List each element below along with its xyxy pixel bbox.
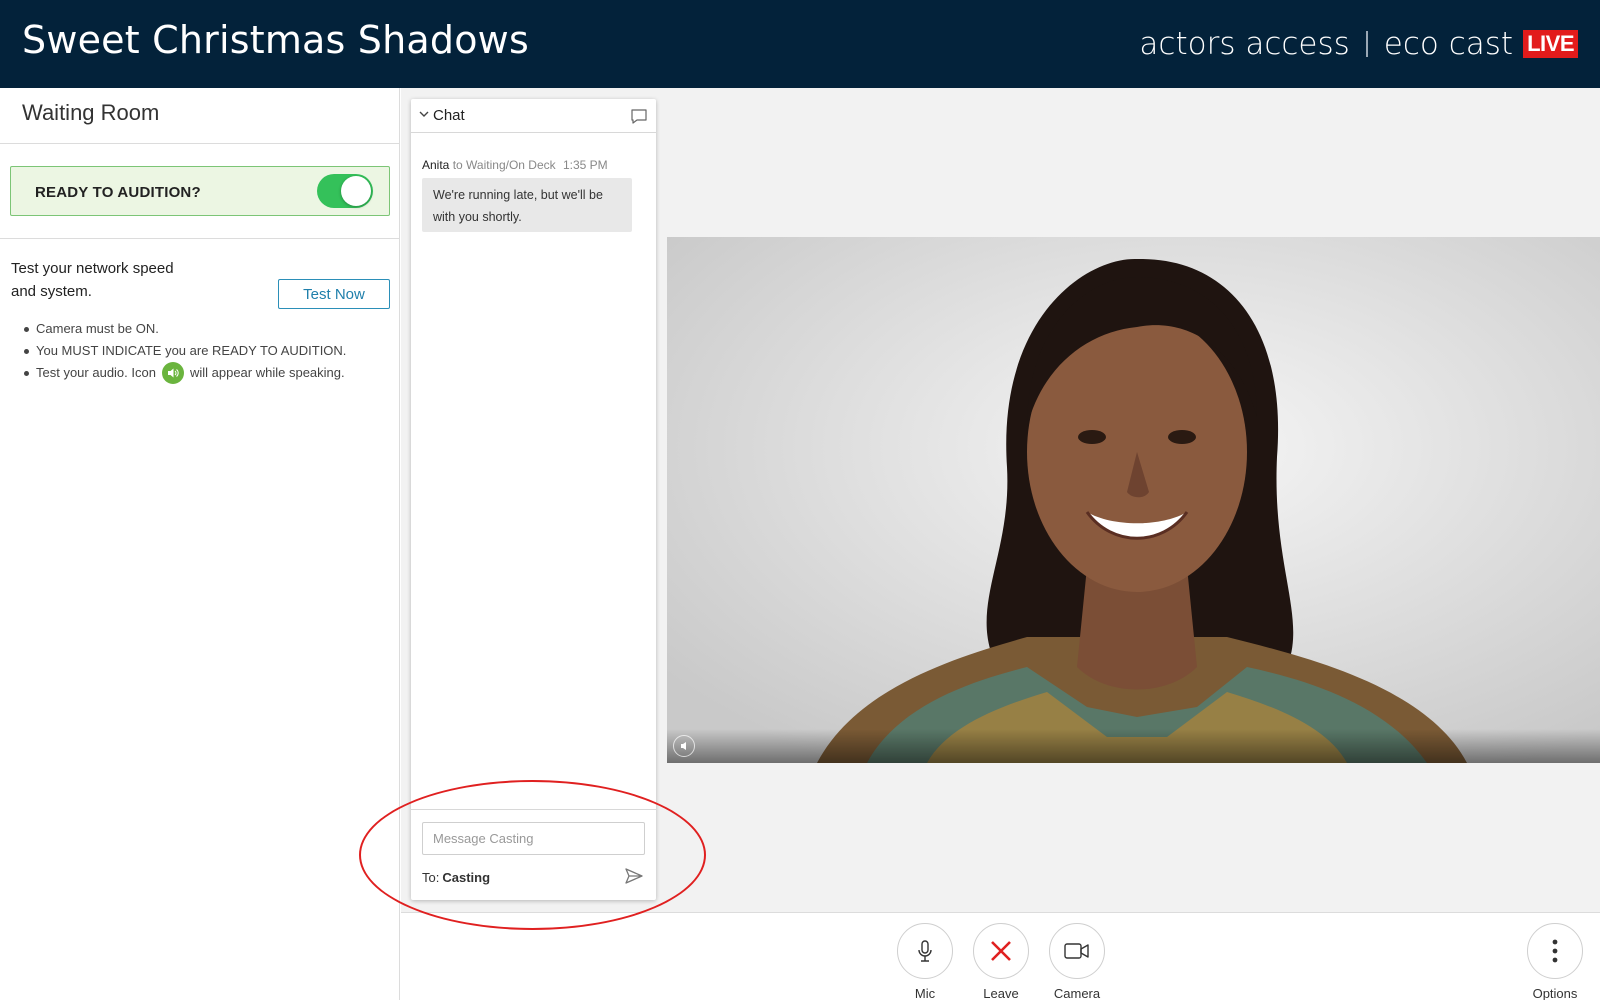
options-label: Options [1532,986,1578,1000]
participant-video-image [667,237,1600,763]
call-controls: Mic Leave Camera Options [401,912,1600,1000]
message-time: 1:35 PM [562,158,608,172]
camera-button[interactable] [1049,923,1105,979]
rule-text: Test your audio. Icon [36,365,156,380]
ready-to-audition-box: READY TO AUDITION? [10,166,390,216]
send-icon[interactable] [624,867,644,885]
list-item: Test your audio. Icon will appear while s… [22,361,346,384]
recipient-select[interactable]: Casting [442,870,490,885]
test-now-button[interactable]: Test Now [278,279,390,309]
speaker-icon [161,361,184,384]
list-item: You MUST INDICATE you are READY TO AUDIT… [22,340,346,362]
video-control-bar [667,729,1600,763]
volume-icon[interactable] [673,735,695,757]
more-vertical-icon [1552,939,1558,963]
app-header: Sweet Christmas Shadows actors access ec… [0,0,1600,88]
requirements-list: Camera must be ON. You MUST INDICATE you… [22,318,346,384]
brand-eco-cast: eco cast [1383,26,1514,62]
project-title: Sweet Christmas Shadows [22,18,529,62]
mic-control: Mic [897,923,953,1000]
video-feed [667,237,1600,763]
message-bubble: We're running late, but we'll be with yo… [422,178,632,232]
chat-header[interactable]: Chat [411,99,656,133]
brand-separator [1365,31,1368,57]
ready-label: READY TO AUDITION? [35,184,201,201]
live-badge: LIVE [1523,30,1578,58]
leave-control: Leave [973,923,1029,1000]
waiting-room-panel: Waiting Room READY TO AUDITION? Test you… [0,88,400,1000]
camera-label: Camera [1053,986,1101,1000]
brand-actors-access: actors access [1139,26,1350,62]
chat-panel: Chat Anita to Waiting/On Deck 1:35 PM We… [411,99,656,900]
chat-bubble-icon[interactable] [630,108,648,125]
brand-logo: actors access eco cast LIVE [1139,26,1578,62]
options-button[interactable] [1527,923,1583,979]
ready-toggle[interactable] [317,174,373,208]
divider [0,143,400,144]
toggle-knob [341,176,371,206]
network-text-line: and system. [11,283,92,300]
recipient-row: To: Casting [422,870,490,885]
message-input[interactable] [422,822,645,855]
leave-button[interactable] [973,923,1029,979]
chevron-down-icon[interactable] [419,110,429,118]
divider [0,238,400,239]
rule-text: will appear while speaking. [189,365,345,380]
camera-control: Camera [1049,923,1105,1000]
video-camera-icon [1064,943,1089,959]
close-icon [991,941,1011,961]
message-recipient: to Waiting/On Deck [452,158,556,172]
message-meta: Anita to Waiting/On Deck 1:35 PM [422,158,608,172]
chat-title: Chat [433,107,465,124]
network-test-text: Test your network speed and system. [11,257,231,303]
options-control: Options [1527,923,1583,1000]
microphone-icon [918,940,932,962]
mic-button[interactable] [897,923,953,979]
to-label: To: [422,870,440,885]
message-sender: Anita [422,158,450,172]
panel-title: Waiting Room [22,100,160,125]
divider [411,809,656,810]
list-item: Camera must be ON. [22,318,346,340]
network-text-line: Test your network speed [11,260,174,277]
